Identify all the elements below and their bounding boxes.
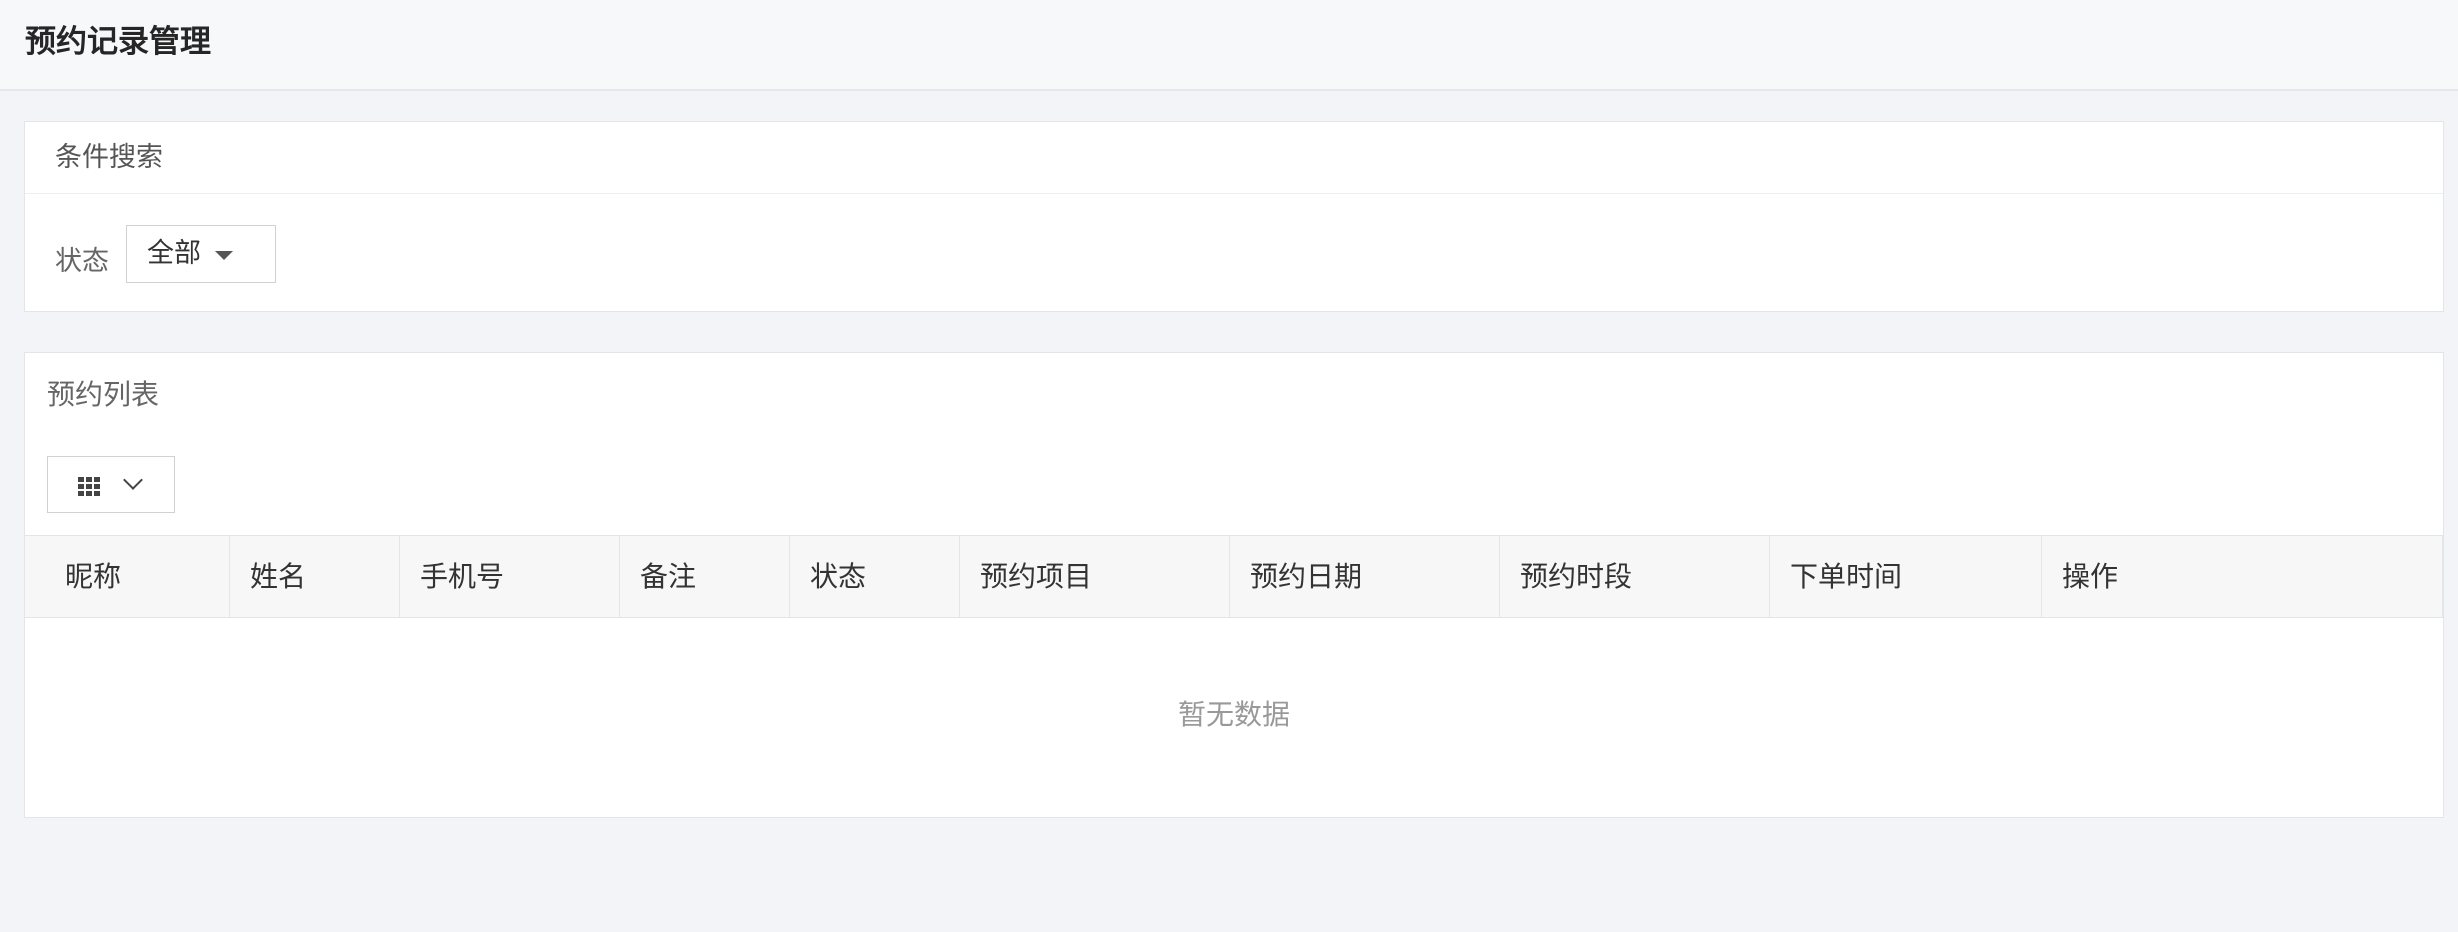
status-filter-label: 状态	[55, 246, 109, 277]
table-header: 昵称 姓名 手机号 备注 状态 预约项目 预约日期 预约时段 下单时间 操作	[25, 535, 2443, 618]
column-header-remark[interactable]: 备注	[620, 536, 790, 617]
empty-state-text: 暂无数据	[1177, 698, 1290, 731]
caret-down-icon	[215, 251, 233, 260]
page-header: 预约记录管理	[0, 0, 2458, 91]
column-header-time-slot[interactable]: 预约时段	[1500, 536, 1770, 617]
column-header-project[interactable]: 预约项目	[960, 536, 1230, 617]
page-title: 预约记录管理	[25, 24, 211, 60]
column-header-date[interactable]: 预约日期	[1230, 536, 1500, 617]
search-panel: 条件搜索 状态 全部	[24, 121, 2444, 312]
column-header-name[interactable]: 姓名	[230, 536, 400, 617]
chevron-down-icon	[123, 470, 143, 490]
status-select-value: 全部	[147, 238, 201, 269]
list-panel-title: 预约列表	[47, 378, 160, 411]
grid-icon	[78, 477, 100, 497]
list-panel: 预约列表 昵称 姓名 手机号 备注 状态 预约项目 预约日期 预约时段 下单时间…	[24, 352, 2444, 818]
column-header-nickname[interactable]: 昵称	[25, 536, 230, 617]
column-header-status[interactable]: 状态	[790, 536, 960, 617]
column-header-phone[interactable]: 手机号	[400, 536, 620, 617]
search-panel-title: 条件搜索	[25, 122, 2443, 194]
column-toggle-button[interactable]	[47, 456, 175, 513]
records-table: 昵称 姓名 手机号 备注 状态 预约项目 预约日期 预约时段 下单时间 操作 暂…	[25, 535, 2443, 817]
column-header-order-time[interactable]: 下单时间	[1770, 536, 2042, 617]
status-select[interactable]: 全部	[126, 225, 276, 283]
column-header-actions: 操作	[2042, 536, 2443, 617]
